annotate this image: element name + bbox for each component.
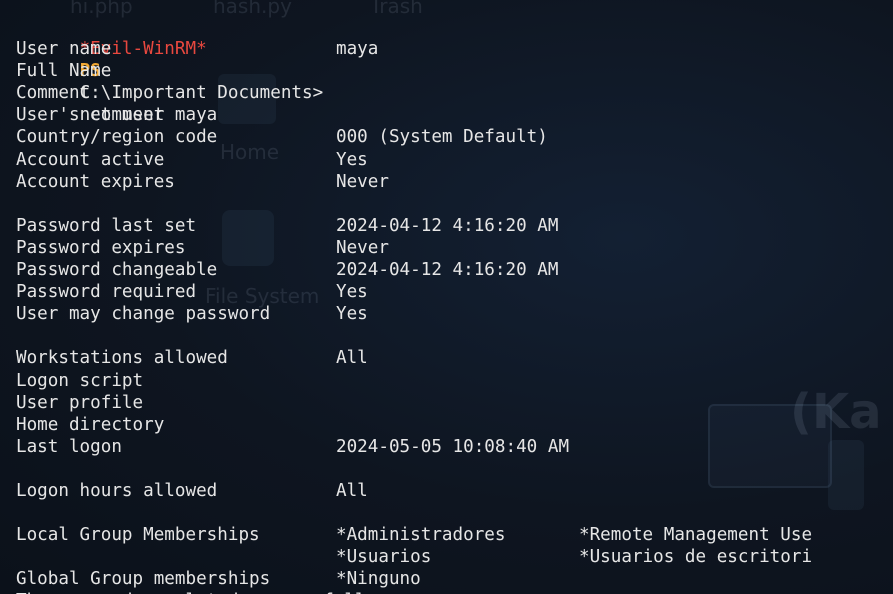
- output-value: *Administradores: [336, 525, 506, 546]
- output-line: Password last set 2024-04-12 4:16:20 AM: [16, 215, 893, 237]
- terminal-window[interactable]: hi.php hash.py Trash Home File System (K…: [0, 0, 893, 594]
- output-line: *Usuarios *Usuarios de escritori: [16, 546, 893, 568]
- output-line: Logon script: [16, 370, 893, 392]
- prompt-line: *Evil-WinRM* PS C:\Important Documents> …: [16, 16, 893, 125]
- output-line: Account expires Never: [16, 171, 893, 193]
- output-line: User name maya: [16, 38, 893, 60]
- output-key: Password required: [16, 282, 197, 303]
- output-value: *Ninguno: [336, 569, 421, 590]
- output-line: Country/region code 000 (System Default): [16, 126, 893, 148]
- output-line: Password expires Never: [16, 237, 893, 259]
- output-value: 000 (System Default): [336, 127, 548, 148]
- output-value-secondary: *Remote Management Use: [579, 525, 813, 546]
- output-key: Global Group memberships: [16, 569, 271, 590]
- output-key: Account expires: [16, 171, 175, 192]
- output-key: Workstations allowed: [16, 348, 228, 369]
- output-value-secondary: *Usuarios de escritori: [579, 547, 813, 568]
- output-key: Home directory: [16, 414, 165, 435]
- output-line: User's comment: [16, 104, 893, 126]
- output-line: Workstations allowed All: [16, 347, 893, 369]
- output-line: Full Name: [16, 60, 893, 82]
- output-line: Comment: [16, 82, 893, 104]
- output-value: All: [336, 480, 368, 501]
- output-line: Password required Yes: [16, 281, 893, 303]
- output-line: The command completed successfully.: [16, 590, 893, 594]
- output-key: User profile: [16, 392, 144, 413]
- output-key: Password expires: [16, 237, 186, 258]
- output-value: All: [336, 348, 368, 369]
- output-line: User may change password Yes: [16, 303, 893, 325]
- output-line: User profile: [16, 392, 893, 414]
- output-key: User's comment: [16, 105, 165, 126]
- output-value: Never: [336, 171, 389, 192]
- output-value: maya: [336, 39, 379, 60]
- output-key: Logon hours allowed: [16, 480, 218, 501]
- output-value: Never: [336, 237, 389, 258]
- output-value: 2024-04-12 4:16:20 AM: [336, 215, 559, 236]
- output-line: Account active Yes: [16, 149, 893, 171]
- output-key: User name: [16, 39, 112, 60]
- output-key: Country/region code: [16, 127, 218, 148]
- output-key: Logon script: [16, 370, 144, 391]
- output-key: Local Group Memberships: [16, 525, 260, 546]
- output-value: Yes: [336, 282, 368, 303]
- output-line: Last logon 2024-05-05 10:08:40 AM: [16, 436, 893, 458]
- output-value: Yes: [336, 149, 368, 170]
- output-key: Account active: [16, 149, 165, 170]
- output-key: User may change password: [16, 304, 271, 325]
- output-key: Password changeable: [16, 260, 218, 281]
- output-value: 2024-05-05 10:08:40 AM: [336, 436, 570, 457]
- output-value: 2024-04-12 4:16:20 AM: [336, 260, 559, 281]
- output-key: Full Name: [16, 61, 112, 82]
- output-line: Global Group memberships *Ninguno: [16, 568, 893, 590]
- output-key: The command completed successfully.: [16, 590, 387, 594]
- output-value: Yes: [336, 304, 368, 325]
- output-key: Comment: [16, 83, 91, 104]
- output-value: *Usuarios: [336, 547, 432, 568]
- output-key: Password last set: [16, 215, 197, 236]
- output-key: Last logon: [16, 436, 122, 457]
- output-line: Password changeable 2024-04-12 4:16:20 AM: [16, 259, 893, 281]
- output-line: Home directory: [16, 414, 893, 436]
- output-line: Logon hours allowed All: [16, 480, 893, 502]
- terminal-output: *Evil-WinRM* PS C:\Important Documents> …: [16, 16, 893, 594]
- output-line: Local Group Memberships *Administradores *…: [16, 524, 893, 546]
